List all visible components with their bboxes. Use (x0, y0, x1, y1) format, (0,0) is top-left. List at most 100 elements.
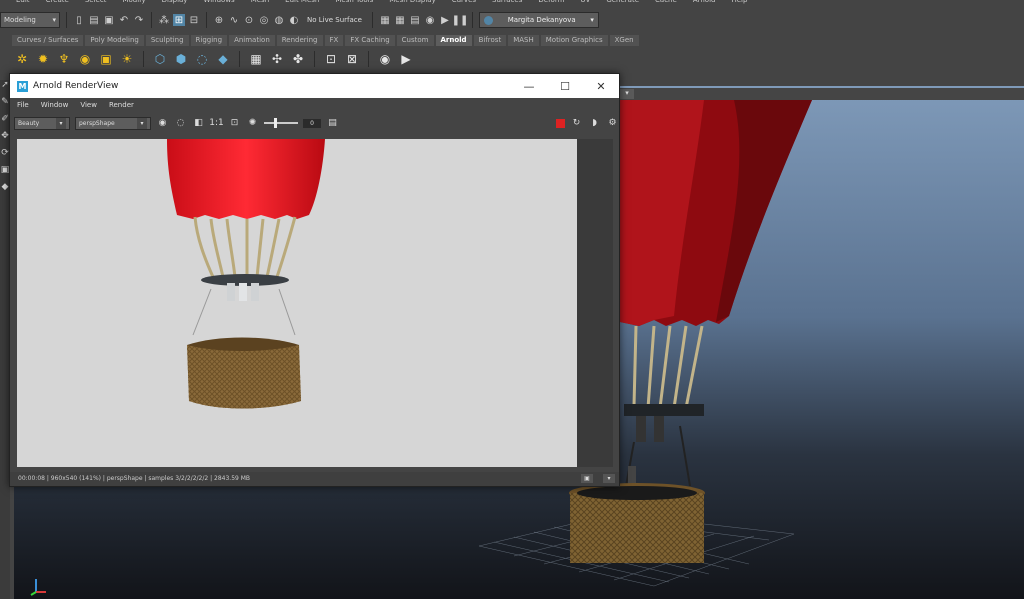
mesh-light-icon[interactable]: ✹ (35, 51, 51, 67)
volume-icon[interactable]: ◆ (215, 51, 231, 67)
menu-item-help[interactable]: Help (731, 0, 747, 6)
color-correct-icon[interactable]: ◌ (174, 117, 187, 130)
snap-grid-icon[interactable]: ⊕ (213, 14, 225, 26)
menu-item-cache[interactable]: Cache (655, 0, 677, 6)
shelf-tab-fx[interactable]: FX (324, 35, 344, 46)
lut-icon[interactable]: ▤ (326, 117, 339, 130)
light-portal-icon[interactable]: ▣ (98, 51, 114, 67)
flush-caches-icon[interactable]: ✣ (269, 51, 285, 67)
menu-item-mesh-tools[interactable]: Mesh Tools (335, 0, 373, 6)
open-scene-icon[interactable]: ▤ (88, 14, 100, 26)
arnold-pause-icon[interactable]: ❚❚ (452, 14, 469, 26)
menu-item-mesh-display[interactable]: Mesh Display (389, 0, 435, 6)
render-menu-view[interactable]: View (80, 98, 97, 112)
shelf-tab-xgen[interactable]: XGen (609, 35, 639, 46)
menu-item-surfaces[interactable]: Surfaces (492, 0, 522, 6)
show-hide-icon[interactable]: ◉ (377, 51, 393, 67)
undo-icon[interactable]: ↶ (118, 14, 130, 26)
hypershade-icon[interactable]: ◉ (424, 14, 436, 26)
stop-render-icon[interactable] (556, 118, 565, 128)
region-icon[interactable]: ⊡ (228, 117, 241, 130)
mode-select[interactable]: Modeling ▾ (0, 12, 60, 28)
refresh-render-icon[interactable]: ↻ (570, 117, 583, 130)
menu-item-windows[interactable]: Windows (203, 0, 234, 6)
menu-item-edit[interactable]: Edit (16, 0, 30, 6)
shelf-tab-animation[interactable]: Animation (229, 35, 275, 46)
redo-icon[interactable]: ↷ (133, 14, 145, 26)
shelf-tab-arnold[interactable]: Arnold (435, 35, 472, 46)
menu-item-display[interactable]: Display (162, 0, 188, 6)
shelf-tab-bifrost[interactable]: Bifrost (473, 35, 507, 46)
isolate-icon[interactable]: ◧ (192, 117, 205, 130)
shelf-tab-curves-surfaces[interactable]: Curves / Surfaces (12, 35, 84, 46)
render-view-icon[interactable]: ▦ (248, 51, 264, 67)
camera-select[interactable]: perspShape ▾ (75, 116, 151, 130)
exposure-slider[interactable] (264, 118, 298, 128)
select-object-icon[interactable]: ⊞ (173, 14, 185, 26)
snap-point-icon[interactable]: ⊙ (243, 14, 255, 26)
menu-item-modify[interactable]: Modify (122, 0, 145, 6)
render-canvas[interactable] (17, 139, 577, 467)
menu-item-curves[interactable]: Curves (452, 0, 476, 6)
menu-item-generate[interactable]: Generate (606, 0, 639, 6)
light-editor-icon[interactable]: ⊠ (344, 51, 360, 67)
curve-collector-icon[interactable]: ◌ (194, 51, 210, 67)
shelf-tab-custom[interactable]: Custom (396, 35, 434, 46)
channel-icon[interactable]: ◉ (156, 117, 169, 130)
render-settings-icon[interactable]: ▤ (409, 14, 421, 26)
close-icon[interactable]: ✕ (583, 80, 619, 93)
chevron-down-icon[interactable]: ▾ (603, 474, 615, 483)
play-icon[interactable]: ▶ (398, 51, 414, 67)
menu-item-arnold[interactable]: Arnold (693, 0, 716, 6)
render-menu-file[interactable]: File (17, 98, 29, 112)
render-menu-window[interactable]: Window (41, 98, 69, 112)
create-standin-icon[interactable]: ⬡ (152, 51, 168, 67)
menu-item-edit-mesh[interactable]: Edit Mesh (285, 0, 319, 6)
shelf-tab-motion-graphics[interactable]: Motion Graphics (540, 35, 608, 46)
menu-item-create[interactable]: Create (46, 0, 69, 6)
select-hierarchy-icon[interactable]: ⁂ (158, 14, 170, 26)
render-view-titlebar[interactable]: M Arnold RenderView — ☐ ✕ (10, 74, 619, 98)
menu-item-deform[interactable]: Deform (538, 0, 564, 6)
shelf-tab-rigging[interactable]: Rigging (190, 35, 228, 46)
exposure-value[interactable]: 0 (303, 118, 321, 128)
render-view-menu: File Window View Render (10, 98, 619, 112)
menu-item-mesh[interactable]: Mesh (251, 0, 269, 6)
shelf-tab-poly-modeling[interactable]: Poly Modeling (85, 35, 144, 46)
snap-view-icon[interactable]: ◎ (258, 14, 270, 26)
ratio-button[interactable]: 1:1 (209, 117, 223, 130)
physical-sky-icon[interactable]: ☀ (119, 51, 135, 67)
ipr-render-icon[interactable]: ▦ (394, 14, 406, 26)
exposure-icon[interactable]: ✺ (246, 117, 259, 130)
shelf-tab-mash[interactable]: MASH (508, 35, 539, 46)
menu-item-uv[interactable]: UV (580, 0, 590, 6)
shelf-tab-rendering[interactable]: Rendering (276, 35, 323, 46)
aov-select[interactable]: Beauty ▾ (14, 116, 70, 130)
user-account[interactable]: Margita Dekanyova ▾ (478, 12, 599, 28)
select-component-icon[interactable]: ⊟ (188, 14, 200, 26)
shelf-tab-sculpting[interactable]: Sculpting (145, 35, 189, 46)
snap-curve-icon[interactable]: ∿ (228, 14, 240, 26)
minimize-icon[interactable]: — (511, 80, 547, 93)
tx-manager-icon[interactable]: ⊡ (323, 51, 339, 67)
arnold-play-icon[interactable]: ▶ (439, 14, 451, 26)
make-live-icon[interactable]: ◐ (288, 14, 300, 26)
new-scene-icon[interactable]: ▯ (73, 14, 85, 26)
flush-textures-icon[interactable]: ✤ (290, 51, 306, 67)
photometric-light-icon[interactable]: ♆ (56, 51, 72, 67)
skydome-light-icon[interactable]: ◉ (77, 51, 93, 67)
shelf-tab-fx-caching[interactable]: FX Caching (345, 35, 395, 46)
menu-item-select[interactable]: Select (85, 0, 107, 6)
save-scene-icon[interactable]: ▣ (103, 14, 115, 26)
export-standin-icon[interactable]: ⬢ (173, 51, 189, 67)
render-menu-render[interactable]: Render (109, 98, 134, 112)
slider-knob[interactable] (274, 118, 277, 128)
maximize-icon[interactable]: ☐ (547, 80, 583, 93)
area-light-icon[interactable]: ✲ (14, 51, 30, 67)
snapshot-icon[interactable]: ▣ (581, 474, 593, 483)
settings-gear-icon[interactable]: ⚙ (606, 117, 619, 130)
render-current-icon[interactable]: ▦ (379, 14, 391, 26)
snap-surface-icon[interactable]: ◍ (273, 14, 285, 26)
ipr-icon[interactable]: ◗ (588, 117, 601, 130)
balloon-envelope (620, 100, 812, 326)
